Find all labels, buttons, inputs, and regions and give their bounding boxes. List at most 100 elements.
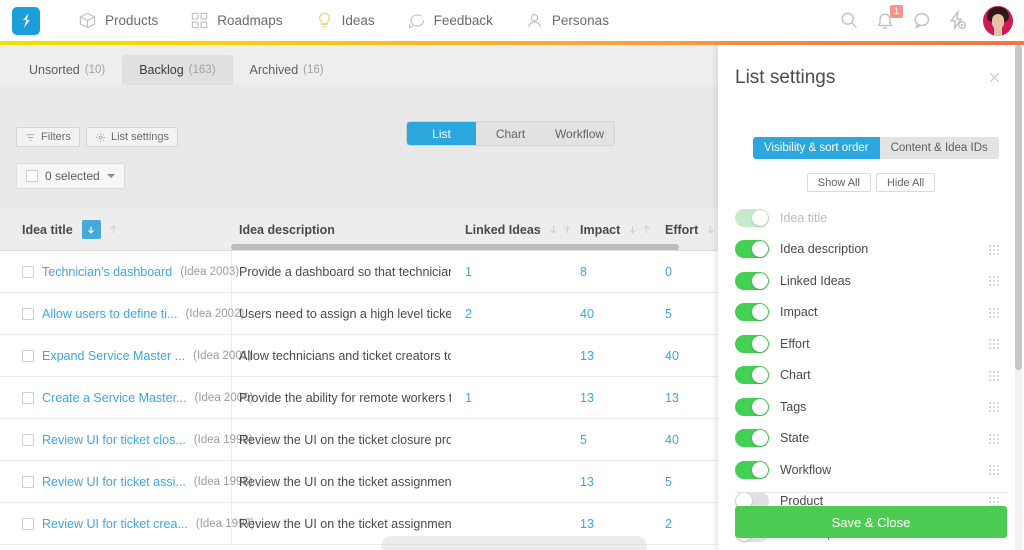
tab-archived[interactable]: Archived (16) bbox=[233, 55, 341, 85]
row-checkbox[interactable] bbox=[22, 350, 34, 362]
drag-handle-icon[interactable] bbox=[989, 370, 999, 381]
cell-linked-ideas[interactable]: 1 bbox=[465, 251, 472, 293]
idea-title-link[interactable]: Technician's dashboard bbox=[42, 265, 172, 279]
toggle-label: Effort bbox=[780, 336, 810, 351]
sort-ascending-button[interactable] bbox=[108, 224, 119, 235]
bell-icon[interactable]: 1 bbox=[875, 4, 903, 32]
idea-title-link[interactable]: Review UI for ticket assi... bbox=[42, 475, 186, 489]
close-icon[interactable] bbox=[987, 70, 1002, 90]
sort-arrows[interactable] bbox=[705, 224, 716, 235]
save-and-close-button[interactable]: Save & Close bbox=[735, 506, 1007, 538]
toggle-switch[interactable] bbox=[735, 271, 769, 290]
nav-item-ideas[interactable]: Ideas bbox=[299, 0, 391, 41]
panel-tab-visibility-sort-order[interactable]: Visibility & sort order bbox=[753, 137, 880, 159]
nav-actions: 1 bbox=[839, 4, 1024, 36]
cell-impact[interactable]: 40 bbox=[580, 293, 594, 335]
drag-handle-icon[interactable] bbox=[989, 433, 999, 444]
idea-title-link[interactable]: Allow users to define ti... bbox=[42, 307, 177, 321]
bolt-add-icon[interactable] bbox=[947, 9, 969, 32]
cell-impact[interactable]: 13 bbox=[580, 335, 594, 377]
show-all-button[interactable]: Show All bbox=[806, 173, 871, 192]
cell-effort[interactable]: 5 bbox=[665, 293, 672, 335]
panel-title: List settings bbox=[735, 67, 836, 88]
horizontal-scrollbar[interactable] bbox=[231, 244, 679, 250]
column-header-idea-title[interactable]: Idea title bbox=[22, 208, 119, 251]
drag-handle-icon[interactable] bbox=[989, 465, 999, 475]
view-chart[interactable]: Chart bbox=[476, 122, 545, 145]
row-checkbox[interactable] bbox=[22, 266, 34, 278]
filters-label: Filters bbox=[41, 131, 71, 143]
toggle-switch bbox=[735, 208, 769, 227]
row-checkbox[interactable] bbox=[22, 476, 34, 488]
table-row[interactable]: Review UI for ticket assi... (Idea 1998) R… bbox=[0, 461, 718, 503]
select-all-checkbox[interactable] bbox=[26, 170, 38, 182]
list-settings-button[interactable]: List settings bbox=[85, 127, 179, 147]
nav-item-personas[interactable]: Personas bbox=[509, 0, 625, 41]
user-avatar[interactable] bbox=[983, 5, 1013, 36]
table-row[interactable]: Create a Service Master... (Idea 2000) Pro… bbox=[0, 377, 718, 419]
drag-handle-icon[interactable] bbox=[989, 496, 999, 507]
table-row[interactable]: Expand Service Master ... (Idea 2001) Allo… bbox=[0, 335, 718, 377]
sort-descending-button[interactable] bbox=[81, 220, 101, 239]
toggle-switch[interactable] bbox=[735, 460, 769, 479]
cell-effort[interactable]: 13 bbox=[665, 377, 679, 419]
cell-impact[interactable]: 13 bbox=[580, 377, 594, 419]
row-checkbox[interactable] bbox=[22, 434, 34, 446]
table-row[interactable]: Review UI for ticket clos... (Idea 1999) R… bbox=[0, 419, 718, 461]
view-switcher: List Chart Workflow bbox=[407, 122, 614, 145]
comment-icon[interactable] bbox=[911, 10, 933, 32]
nav-item-feedback[interactable]: Feedback bbox=[391, 0, 509, 41]
cell-effort[interactable]: 40 bbox=[665, 335, 679, 377]
tab-backlog[interactable]: Backlog (163) bbox=[122, 55, 233, 85]
selection-dropdown[interactable]: 0 selected bbox=[16, 163, 125, 189]
toggle-switch[interactable] bbox=[735, 429, 769, 448]
cell-impact[interactable]: 5 bbox=[580, 419, 587, 461]
drag-handle-icon[interactable] bbox=[989, 244, 999, 255]
cell-impact[interactable]: 13 bbox=[580, 461, 594, 503]
toggle-switch[interactable] bbox=[735, 240, 769, 259]
toggle-switch[interactable] bbox=[735, 303, 769, 322]
row-checkbox[interactable] bbox=[22, 518, 34, 530]
search-icon[interactable] bbox=[839, 10, 861, 32]
tab-count: (163) bbox=[188, 64, 216, 76]
toggle-label: State bbox=[780, 431, 810, 446]
filters-button[interactable]: Filters bbox=[16, 127, 80, 147]
idea-title-link[interactable]: Expand Service Master ... bbox=[42, 349, 185, 363]
panel-tab-content-idea-ids[interactable]: Content & Idea IDs bbox=[879, 137, 999, 159]
nav-item-products[interactable]: Products bbox=[62, 0, 174, 41]
view-workflow[interactable]: Workflow bbox=[545, 122, 614, 145]
column-toggle-row: Workflow bbox=[718, 454, 1024, 486]
cell-impact[interactable]: 8 bbox=[580, 251, 587, 293]
idea-title-link[interactable]: Create a Service Master... bbox=[42, 391, 187, 405]
idea-title-link[interactable]: Review UI for ticket clos... bbox=[42, 433, 186, 447]
cell-idea-title: Review UI for ticket crea... (Idea 1997) bbox=[22, 503, 255, 545]
cell-effort[interactable]: 5 bbox=[665, 461, 672, 503]
nav-item-label: Feedback bbox=[433, 13, 493, 28]
cell-linked-ideas[interactable]: 2 bbox=[465, 293, 472, 335]
nav-item-roadmaps[interactable]: Roadmaps bbox=[174, 0, 298, 41]
row-checkbox[interactable] bbox=[22, 392, 34, 404]
toggle-switch[interactable] bbox=[735, 397, 769, 416]
idea-title-link[interactable]: Review UI for ticket crea... bbox=[42, 517, 188, 531]
sort-arrows[interactable] bbox=[627, 224, 652, 235]
toggle-switch[interactable] bbox=[735, 334, 769, 353]
table-row[interactable]: Technician's dashboard (Idea 2003) Provide… bbox=[0, 251, 718, 293]
drag-handle-icon[interactable] bbox=[989, 307, 999, 318]
sort-arrows[interactable] bbox=[548, 224, 573, 235]
toggle-switch[interactable] bbox=[735, 366, 769, 385]
drag-handle-icon[interactable] bbox=[989, 339, 999, 349]
table-row[interactable]: Allow users to define ti... (Idea 2002) Us… bbox=[0, 293, 718, 335]
cell-effort[interactable]: 0 bbox=[665, 251, 672, 293]
table-scroll-indicator[interactable] bbox=[381, 536, 647, 550]
cell-effort[interactable]: 40 bbox=[665, 419, 679, 461]
column-label: Linked Ideas bbox=[465, 222, 541, 237]
cell-linked-ideas[interactable]: 1 bbox=[465, 377, 472, 419]
tab-unsorted[interactable]: Unsorted (10) bbox=[12, 55, 122, 85]
view-list[interactable]: List bbox=[407, 122, 476, 145]
hide-all-button[interactable]: Hide All bbox=[875, 173, 936, 192]
drag-handle-icon[interactable] bbox=[989, 402, 999, 412]
row-checkbox[interactable] bbox=[22, 308, 34, 320]
cell-effort[interactable]: 2 bbox=[665, 503, 672, 545]
app-logo-icon[interactable] bbox=[12, 6, 40, 35]
drag-handle-icon[interactable] bbox=[989, 276, 999, 286]
